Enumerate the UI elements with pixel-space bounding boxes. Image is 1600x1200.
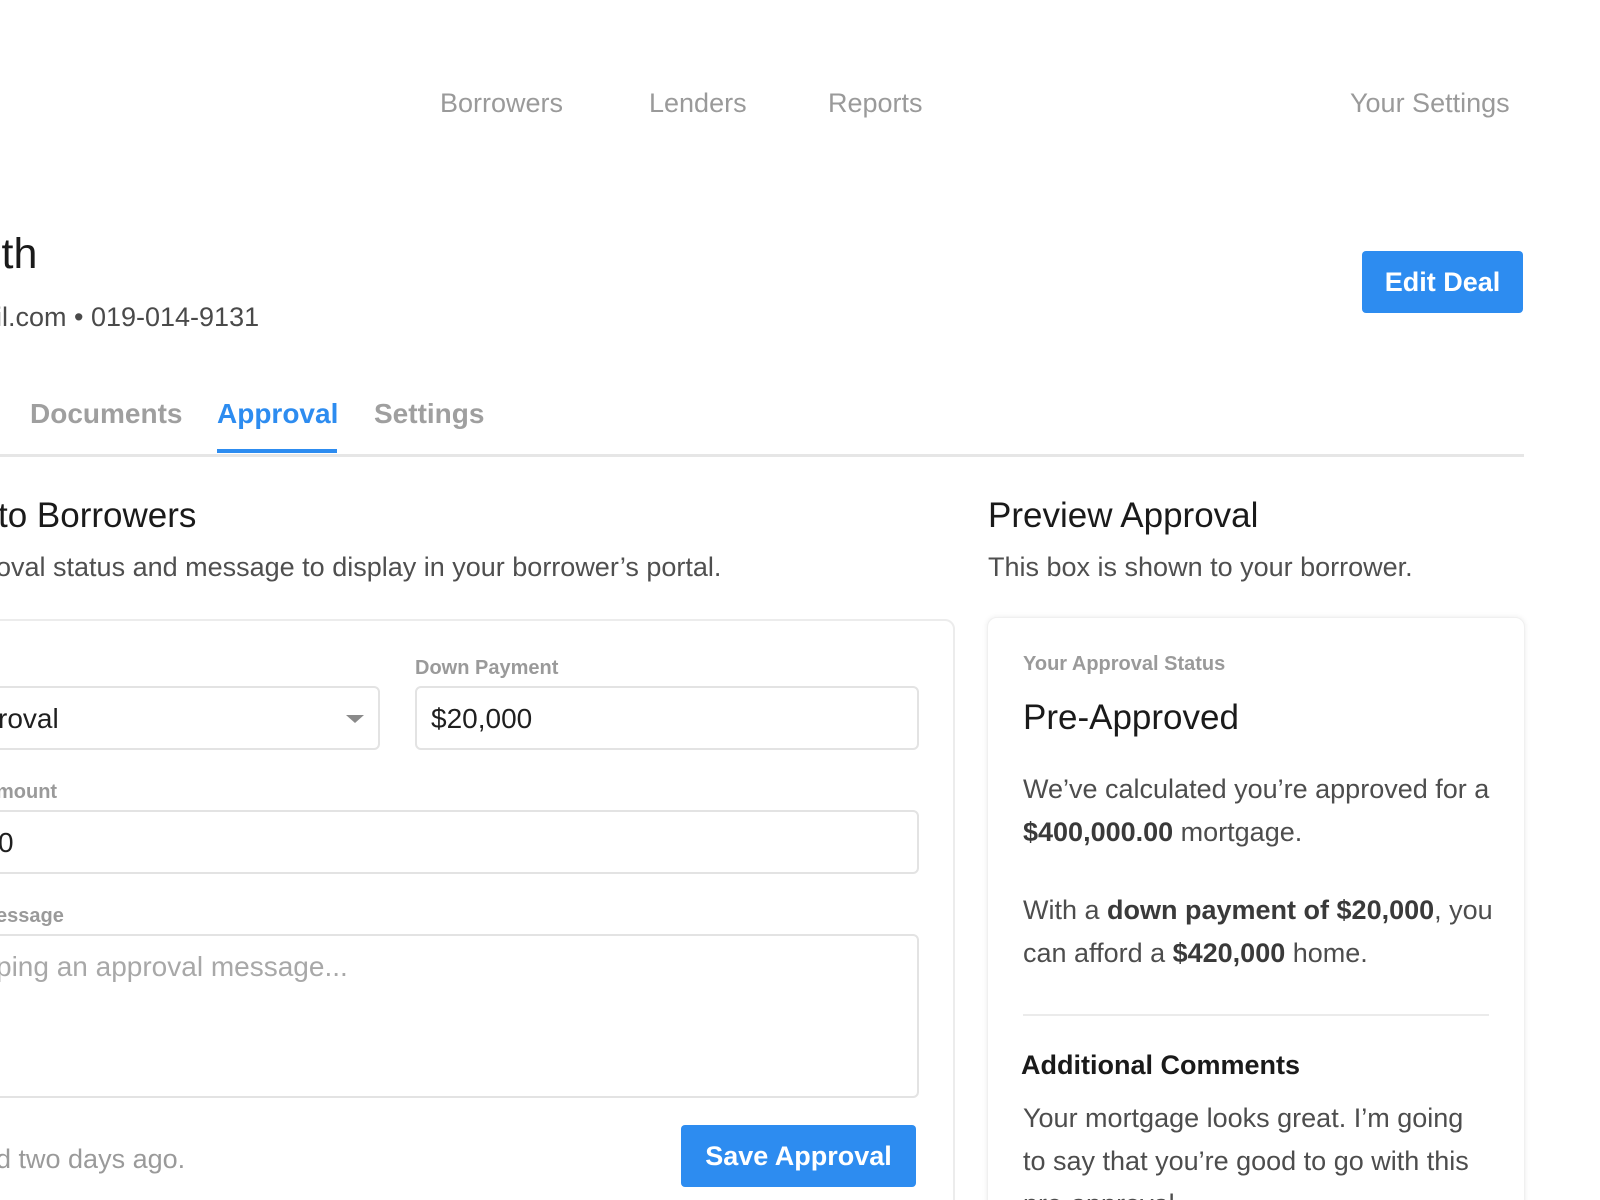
nav-reports[interactable]: Reports	[828, 88, 923, 119]
nav-borrowers[interactable]: Borrowers	[440, 88, 563, 119]
approval-amount-paragraph: We’ve calculated you’re approved for a $…	[1023, 768, 1493, 854]
form-section-title: to Borrowers	[0, 496, 197, 535]
approval-message-label: essage	[0, 905, 64, 927]
preview-approval-card: Your Approval Status Pre-Approved We’ve …	[987, 617, 1525, 1200]
tab-documents[interactable]: Documents	[30, 398, 182, 430]
tab-settings[interactable]: Settings	[374, 398, 484, 430]
para2-text-end: home.	[1285, 938, 1368, 968]
form-section-subtitle: oval status and message to display in yo…	[0, 552, 722, 582]
preview-section-title: Preview Approval	[988, 496, 1259, 535]
approval-message-textarea[interactable]: ping an approval message...	[0, 934, 919, 1098]
last-updated-note: d two days ago.	[0, 1144, 186, 1174]
active-tab-indicator	[217, 449, 337, 453]
additional-comments-text: Your mortgage looks great. I’m going to …	[1023, 1103, 1469, 1200]
approval-message-placeholder: ping an approval message...	[0, 951, 348, 982]
home-price-emphasis: $420,000	[1172, 938, 1286, 968]
nav-lenders[interactable]: Lenders	[649, 88, 747, 119]
mortgage-amount-input[interactable]: 0	[0, 810, 919, 874]
additional-comments-title: Additional Comments	[1021, 1050, 1301, 1080]
borrower-contact: il.com • 019-014-9131	[0, 302, 260, 332]
tab-bar: Documents Approval Settings	[0, 390, 1524, 457]
mortgage-amount-value: 0	[0, 827, 14, 859]
down-payment-value: $20,000	[431, 703, 533, 734]
chevron-down-icon	[346, 715, 364, 723]
approval-status-select[interactable]: roval	[0, 686, 380, 750]
para2-text-start: With a	[1023, 895, 1108, 925]
approval-status-label: Your Approval Status	[1023, 653, 1226, 675]
para1-text-start: We’ve calculated you’re approved for a	[1023, 774, 1490, 804]
afford-paragraph: With a down payment of $20,000, you can …	[1023, 889, 1493, 975]
down-payment-emphasis: down payment of $20,000	[1107, 895, 1435, 925]
approval-status-heading: Pre-Approved	[1023, 698, 1239, 737]
nav-your-settings[interactable]: Your Settings	[1350, 88, 1510, 119]
borrower-name: ith	[0, 230, 38, 278]
down-payment-label: Down Payment	[415, 657, 559, 679]
down-payment-input[interactable]: $20,000	[415, 686, 919, 750]
save-approval-button[interactable]: Save Approval	[681, 1125, 916, 1187]
edit-deal-button[interactable]: Edit Deal	[1362, 251, 1523, 313]
preview-divider	[1023, 1014, 1489, 1016]
preview-section-subtitle: This box is shown to your borrower.	[988, 552, 1413, 582]
page: Borrowers Lenders Reports Your Settings …	[0, 0, 1600, 1200]
para1-text-end: mortgage.	[1173, 817, 1303, 847]
tab-approval[interactable]: Approval	[217, 398, 338, 430]
approved-amount: $400,000.00	[1023, 817, 1174, 847]
approval-status-value: roval	[0, 703, 59, 734]
mortgage-amount-label: mount	[0, 781, 58, 803]
